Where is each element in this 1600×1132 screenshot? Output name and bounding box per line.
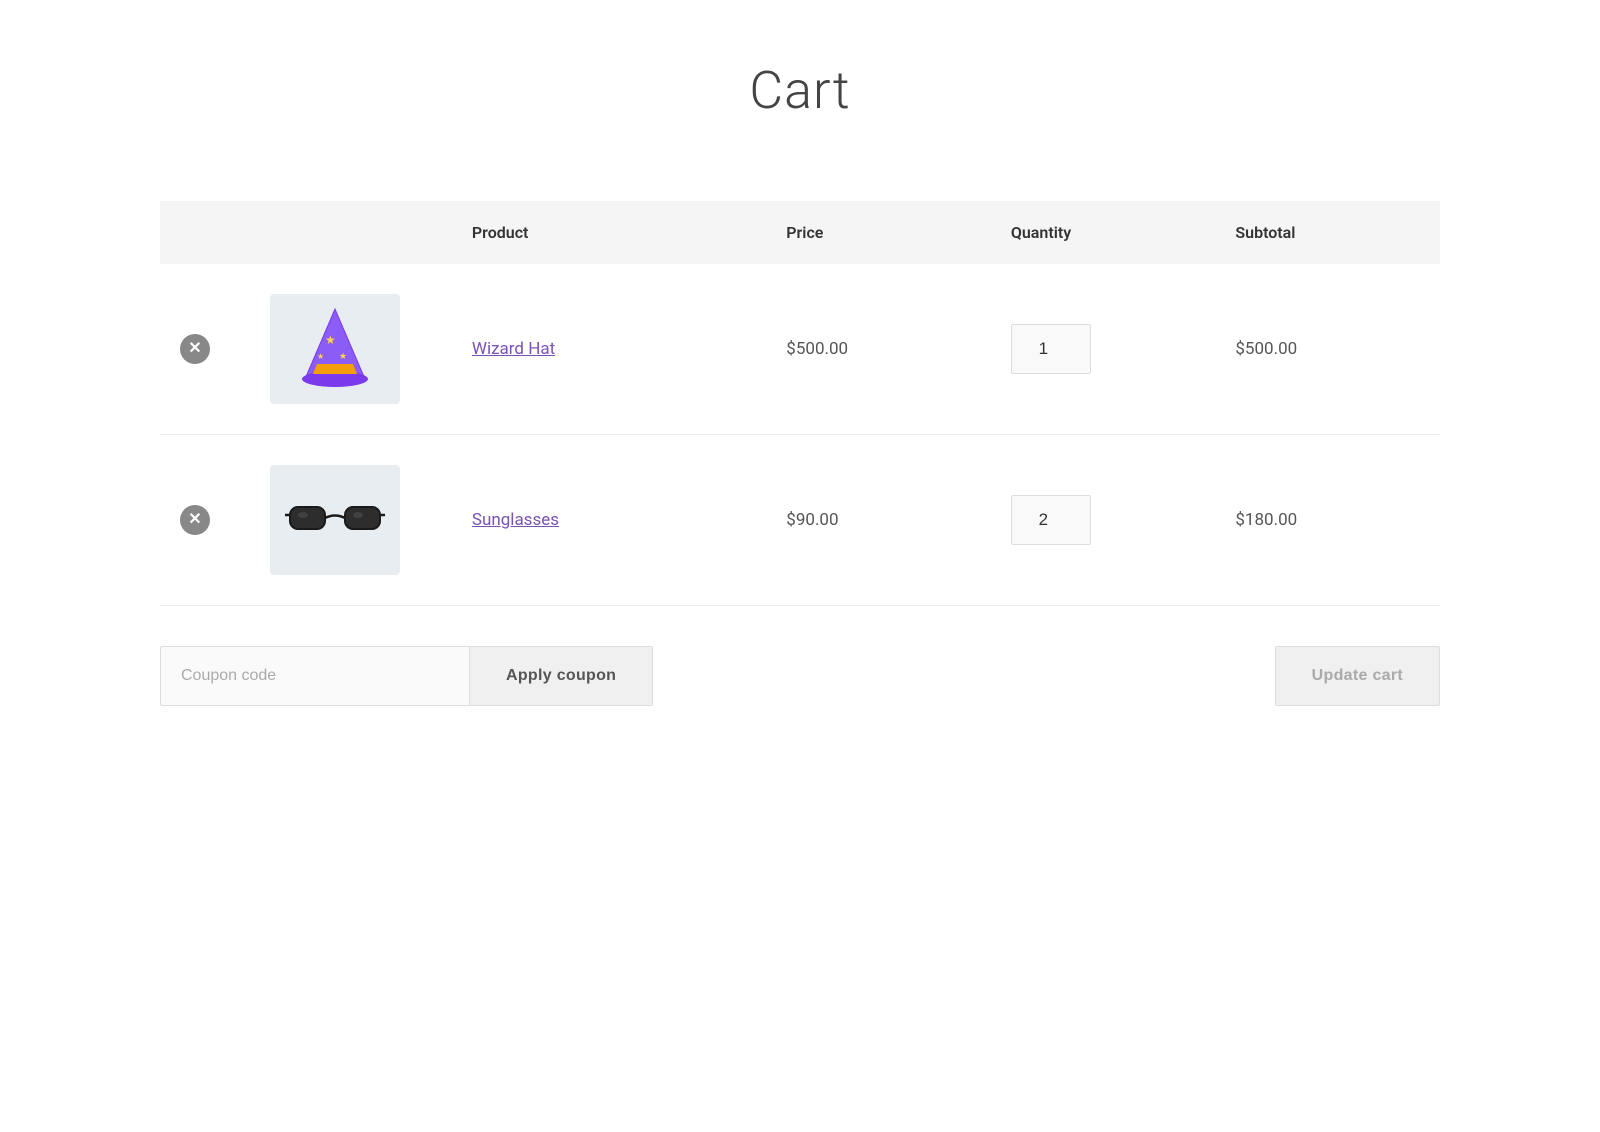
remove-sunglasses-button[interactable]: ✕ — [180, 505, 210, 535]
sunglasses-link[interactable]: Sunglasses — [472, 510, 559, 530]
sunglasses-quantity-input[interactable] — [1011, 495, 1091, 545]
svg-text:★: ★ — [325, 333, 336, 347]
quantity-cell — [991, 435, 1216, 606]
table-row: ✕ ★ — [160, 264, 1440, 435]
image-cell — [250, 435, 452, 606]
quantity-cell — [991, 264, 1216, 435]
coupon-code-input[interactable] — [160, 646, 470, 706]
product-name-cell: Wizard Hat — [452, 264, 766, 435]
remove-wizard-hat-button[interactable]: ✕ — [180, 334, 210, 364]
col-header-quantity: Quantity — [991, 201, 1216, 264]
cart-page: Cart Product Price Quantity Subtotal ✕ — [0, 0, 1600, 1132]
sunglasses-image-wrap — [270, 465, 400, 575]
remove-cell: ✕ — [160, 435, 250, 606]
wizard-hat-image-wrap: ★ ★ ★ — [270, 294, 400, 404]
col-header-image — [250, 201, 452, 264]
svg-text:★: ★ — [317, 352, 324, 361]
col-header-product: Product — [452, 201, 766, 264]
col-header-remove — [160, 201, 250, 264]
remove-icon: ✕ — [180, 334, 210, 364]
table-row: ✕ — [160, 435, 1440, 606]
remove-cell: ✕ — [160, 264, 250, 435]
price-cell: $90.00 — [766, 435, 991, 606]
update-cart-button[interactable]: Update cart — [1275, 646, 1440, 706]
wizard-hat-link[interactable]: Wizard Hat — [472, 339, 555, 359]
col-header-price: Price — [766, 201, 991, 264]
product-name-cell: Sunglasses — [452, 435, 766, 606]
image-cell: ★ ★ ★ — [250, 264, 452, 435]
subtotal-cell: $180.00 — [1215, 435, 1440, 606]
apply-coupon-button[interactable]: Apply coupon — [470, 646, 653, 706]
subtotal-cell: $500.00 — [1215, 264, 1440, 435]
wizard-hat-quantity-input[interactable] — [1011, 324, 1091, 374]
page-title: Cart — [160, 60, 1440, 121]
col-header-subtotal: Subtotal — [1215, 201, 1440, 264]
price-cell: $500.00 — [766, 264, 991, 435]
wizard-hat-icon: ★ ★ ★ — [295, 304, 375, 394]
cart-table: Product Price Quantity Subtotal ✕ — [160, 201, 1440, 606]
cart-actions: Apply coupon Update cart — [160, 646, 1440, 706]
remove-icon: ✕ — [180, 505, 210, 535]
table-header-row: Product Price Quantity Subtotal — [160, 201, 1440, 264]
svg-text:★: ★ — [339, 352, 347, 362]
sunglasses-icon — [285, 495, 385, 545]
